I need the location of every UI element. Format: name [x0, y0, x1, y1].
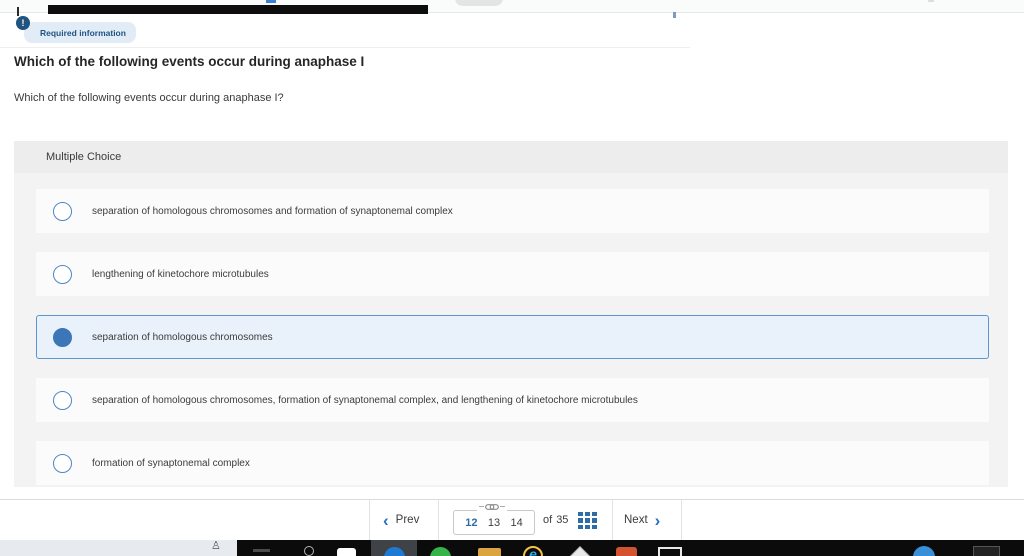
page-number[interactable]: 14	[511, 517, 523, 529]
answer-option-3-selected[interactable]: separation of homologous chromosomes	[36, 315, 989, 359]
red-app-icon[interactable]	[616, 547, 637, 556]
of-label: of	[543, 514, 553, 526]
chevron-left-icon: ‹	[383, 510, 389, 530]
radio-button[interactable]	[53, 390, 72, 410]
white-app-icon[interactable]	[337, 548, 356, 556]
divider	[612, 500, 613, 540]
radio-button[interactable]	[53, 264, 72, 284]
scroll-tick	[673, 12, 676, 18]
prev-button[interactable]: ‹ Prev	[383, 500, 419, 540]
taskbar: ♙ e	[0, 540, 1024, 556]
exclamation-icon: !	[16, 16, 30, 30]
multiple-choice-panel: Multiple Choice separation of homologous…	[14, 141, 1008, 487]
question-title: Which of the following events occur duri…	[14, 54, 365, 69]
quiz-page: ! Required information Which of the foll…	[0, 0, 1024, 556]
answer-option-label: lengthening of kinetochore microtubules	[92, 268, 269, 280]
question-text: Which of the following events occur duri…	[14, 92, 284, 104]
next-label: Next	[624, 514, 648, 526]
answer-option-4[interactable]: separation of homologous chromosomes, fo…	[36, 378, 989, 422]
radio-button-selected[interactable]	[53, 327, 72, 347]
redacted-title-bar	[48, 5, 428, 14]
taskbar-light-segment	[0, 540, 237, 556]
cropped-blue-element	[266, 0, 276, 3]
top-right-mark	[928, 0, 934, 2]
folder-icon[interactable]	[478, 548, 501, 556]
answer-option-label: separation of homologous chromosomes	[92, 331, 273, 343]
divider	[369, 500, 370, 540]
next-button[interactable]: Next ›	[624, 500, 660, 540]
radio-button[interactable]	[53, 201, 72, 221]
cropped-button	[455, 0, 503, 6]
page-count: of 35	[543, 500, 568, 540]
grid-icon[interactable]	[578, 512, 597, 529]
page-number-box: 12 13 14	[453, 510, 535, 535]
person-icon: ♙	[211, 540, 221, 552]
window-outline-icon[interactable]	[658, 547, 682, 556]
chevron-right-icon: ›	[654, 510, 661, 530]
answer-option-5[interactable]: formation of synaptonemal complex	[36, 441, 989, 485]
page-number-current[interactable]: 12	[465, 517, 477, 529]
answer-option-label: formation of synaptonemal complex	[92, 457, 250, 469]
answer-option-label: separation of homologous chromosomes, fo…	[92, 394, 638, 406]
required-information-label: Required information	[24, 22, 136, 43]
answer-option-1[interactable]: separation of homologous chromosomes and…	[36, 189, 989, 233]
answer-option-label: separation of homologous chromosomes and…	[92, 205, 453, 217]
divider	[681, 500, 682, 540]
panel-header: Multiple Choice	[14, 141, 1008, 173]
prev-label: Prev	[395, 514, 420, 526]
divider	[438, 500, 439, 540]
header-divider	[0, 47, 690, 48]
answer-option-2[interactable]: lengthening of kinetochore microtubules	[36, 252, 989, 296]
link-icon	[477, 502, 507, 511]
minimized-window-icon[interactable]	[253, 549, 270, 552]
pager-bar: ‹ Prev 12 13 14 of 35 Next ›	[0, 499, 1024, 540]
total-pages: 35	[556, 514, 569, 526]
page-number[interactable]: 13	[488, 517, 500, 529]
pin-icon[interactable]	[304, 546, 314, 556]
text-cursor-mark	[17, 7, 19, 16]
radio-button[interactable]	[53, 453, 72, 473]
dark-window-icon[interactable]	[973, 546, 1000, 556]
question-type-label: Multiple Choice	[46, 151, 122, 163]
